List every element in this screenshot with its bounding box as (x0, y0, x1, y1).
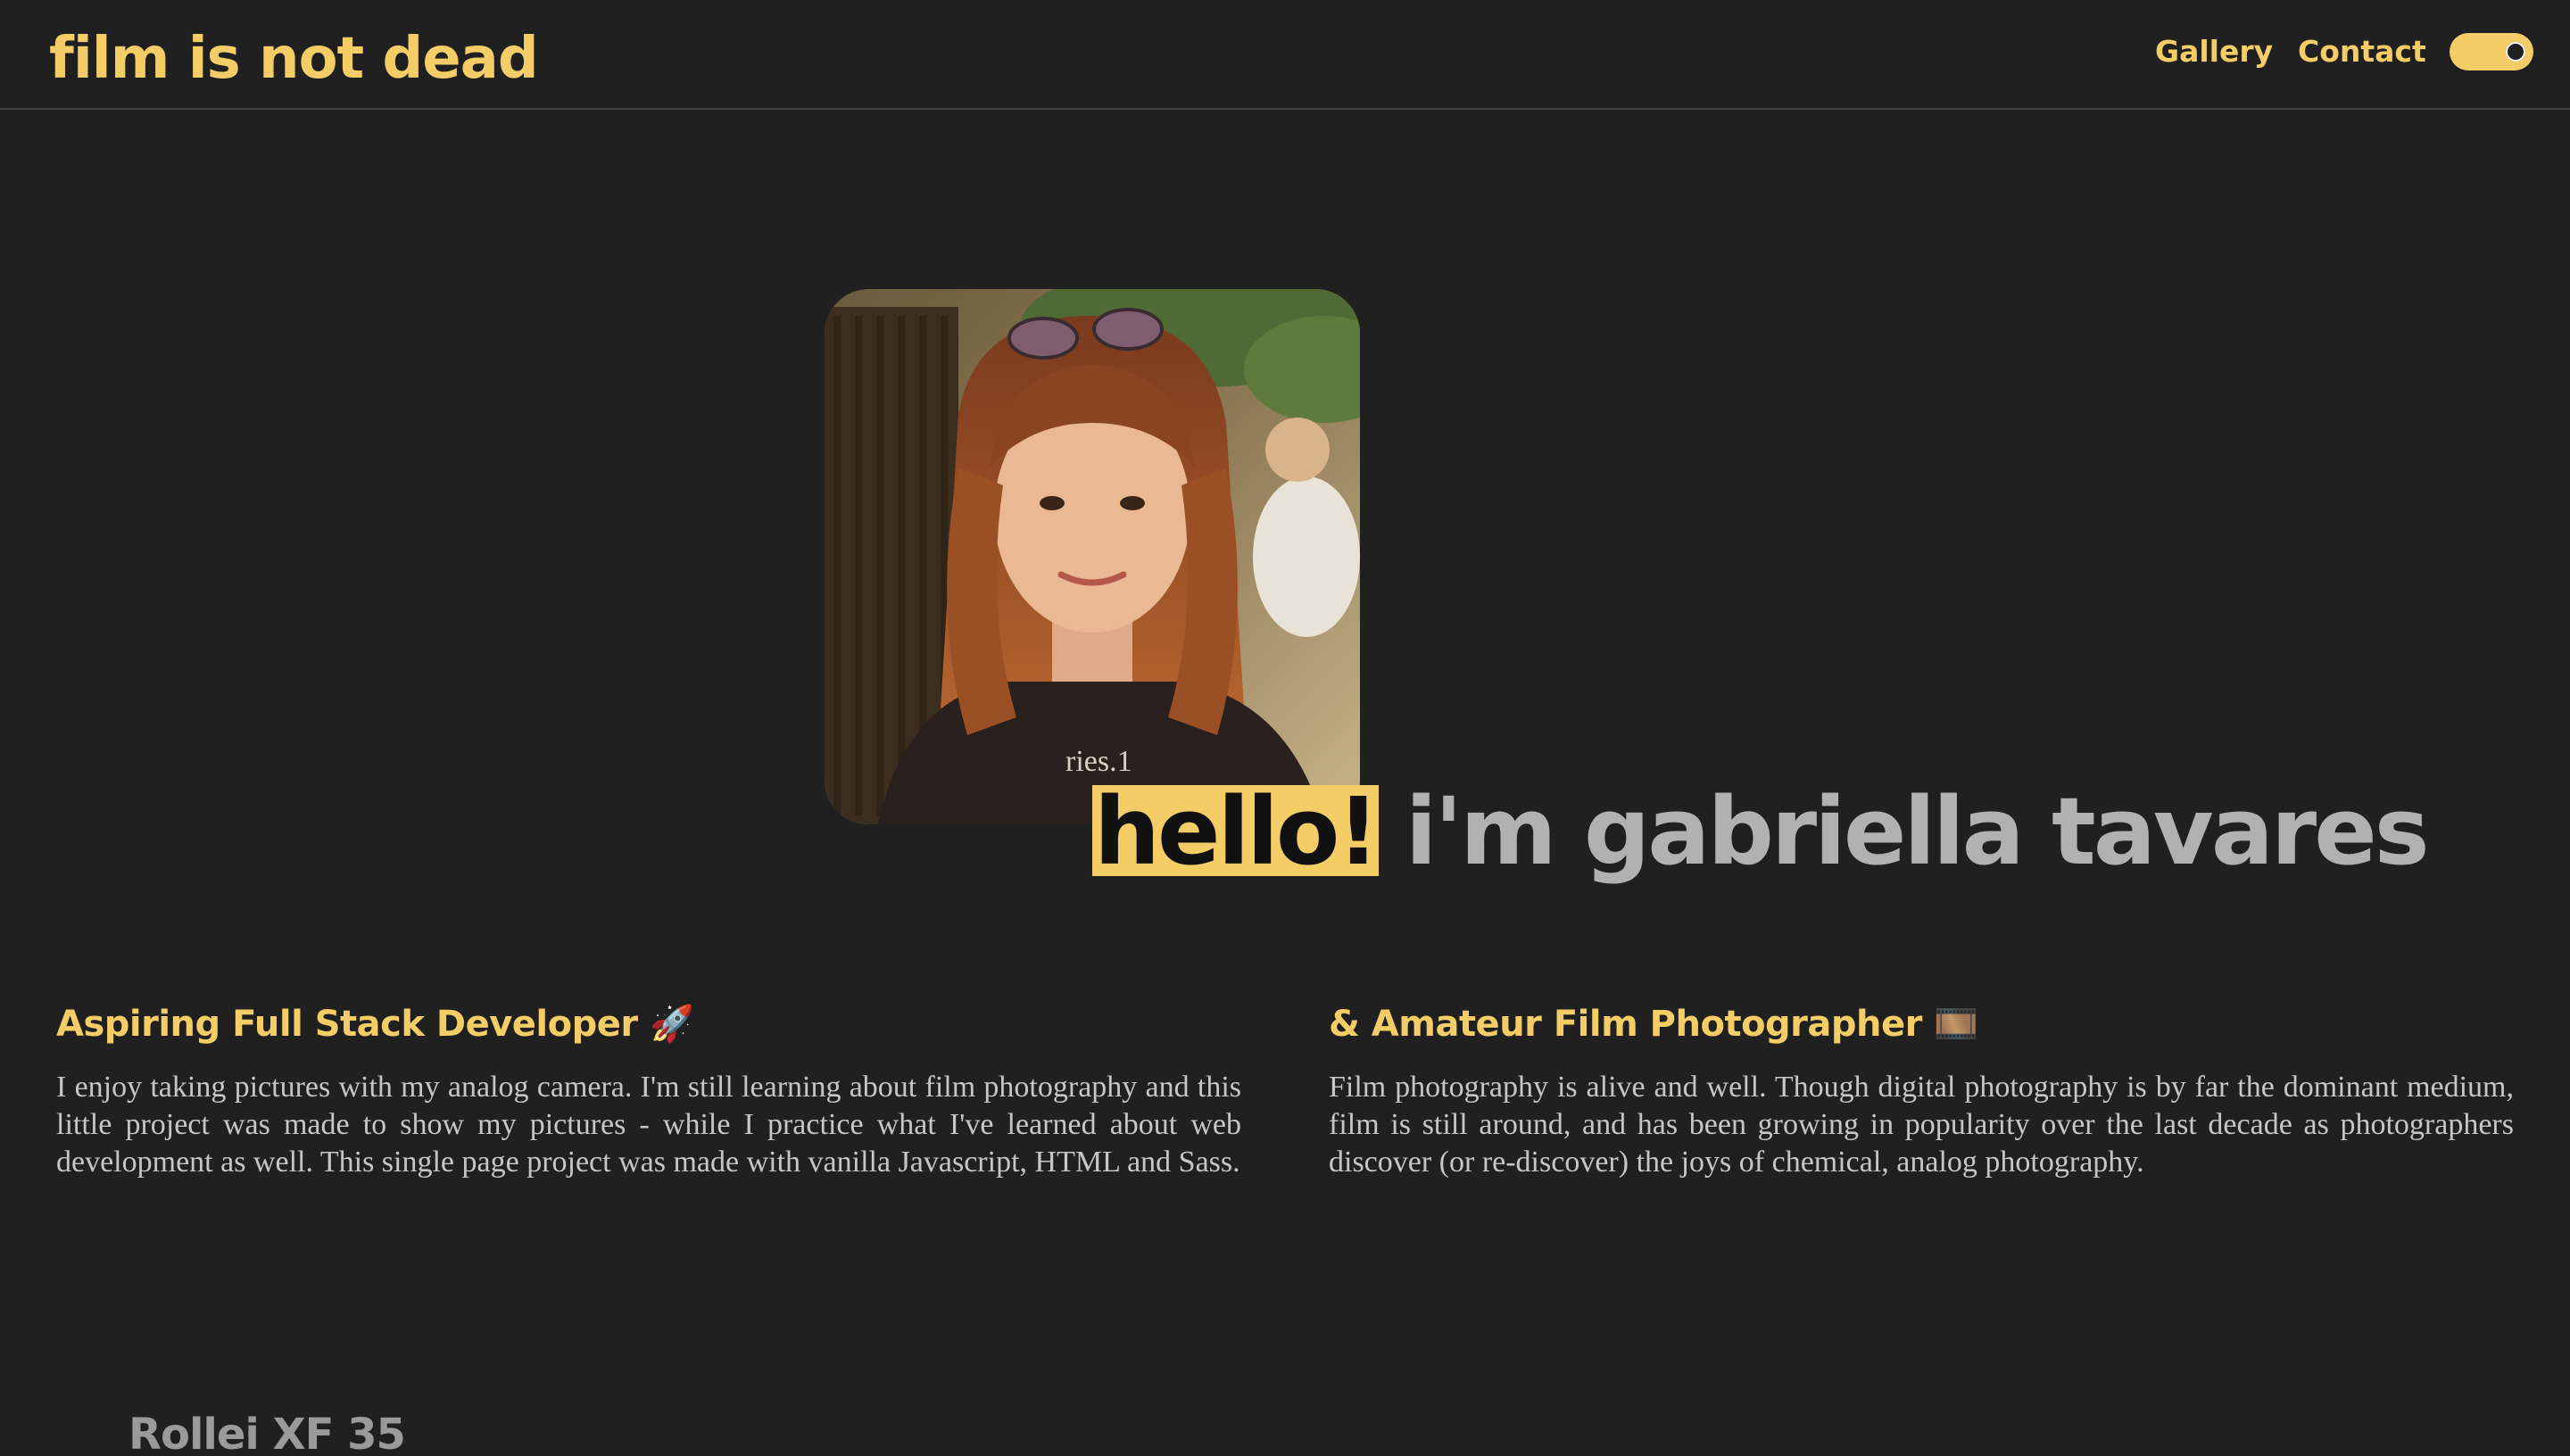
nav-gallery-link[interactable]: Gallery (2155, 32, 2273, 71)
theme-toggle[interactable] (2450, 33, 2533, 70)
photographer-heading-text: & Amateur Film Photographer (1329, 1004, 1922, 1045)
hello-highlight: hello! (1092, 777, 1380, 886)
site-logo[interactable]: film is not dead (49, 21, 539, 96)
profile-photo-illustration: ries.1 (825, 289, 1360, 824)
hero-headline: hello! i'm gabriella tavares (1092, 777, 2430, 886)
intro-developer: Aspiring Full Stack Developer 🚀 I enjoy … (56, 997, 1241, 1181)
developer-heading-text: Aspiring Full Stack Developer (56, 1004, 638, 1045)
site-header: film is not dead Gallery Contact (0, 0, 2570, 110)
intro-photographer: & Amateur Film Photographer 🎞️ Film phot… (1329, 997, 2514, 1181)
developer-heading: Aspiring Full Stack Developer 🚀 (56, 997, 1241, 1051)
photographer-heading: & Amateur Film Photographer 🎞️ (1329, 997, 2514, 1051)
shirt-print-text: ries.1 (1065, 745, 1132, 778)
developer-description: I enjoy taking pictures with my analog c… (56, 1071, 1241, 1179)
film-frames-icon: 🎞️ (1934, 1004, 1978, 1045)
photographer-description: Film photography is alive and well. Thou… (1329, 1071, 2514, 1179)
profile-photo: ries.1 (825, 289, 1360, 824)
nav-contact-link[interactable]: Contact (2298, 32, 2426, 71)
camera-section-title: Rollei XF 35 (128, 1410, 406, 1456)
toggle-knob (2503, 39, 2528, 64)
hero-name: i'm gabriella tavares (1405, 777, 2430, 886)
rocket-icon: 🚀 (650, 1004, 694, 1045)
